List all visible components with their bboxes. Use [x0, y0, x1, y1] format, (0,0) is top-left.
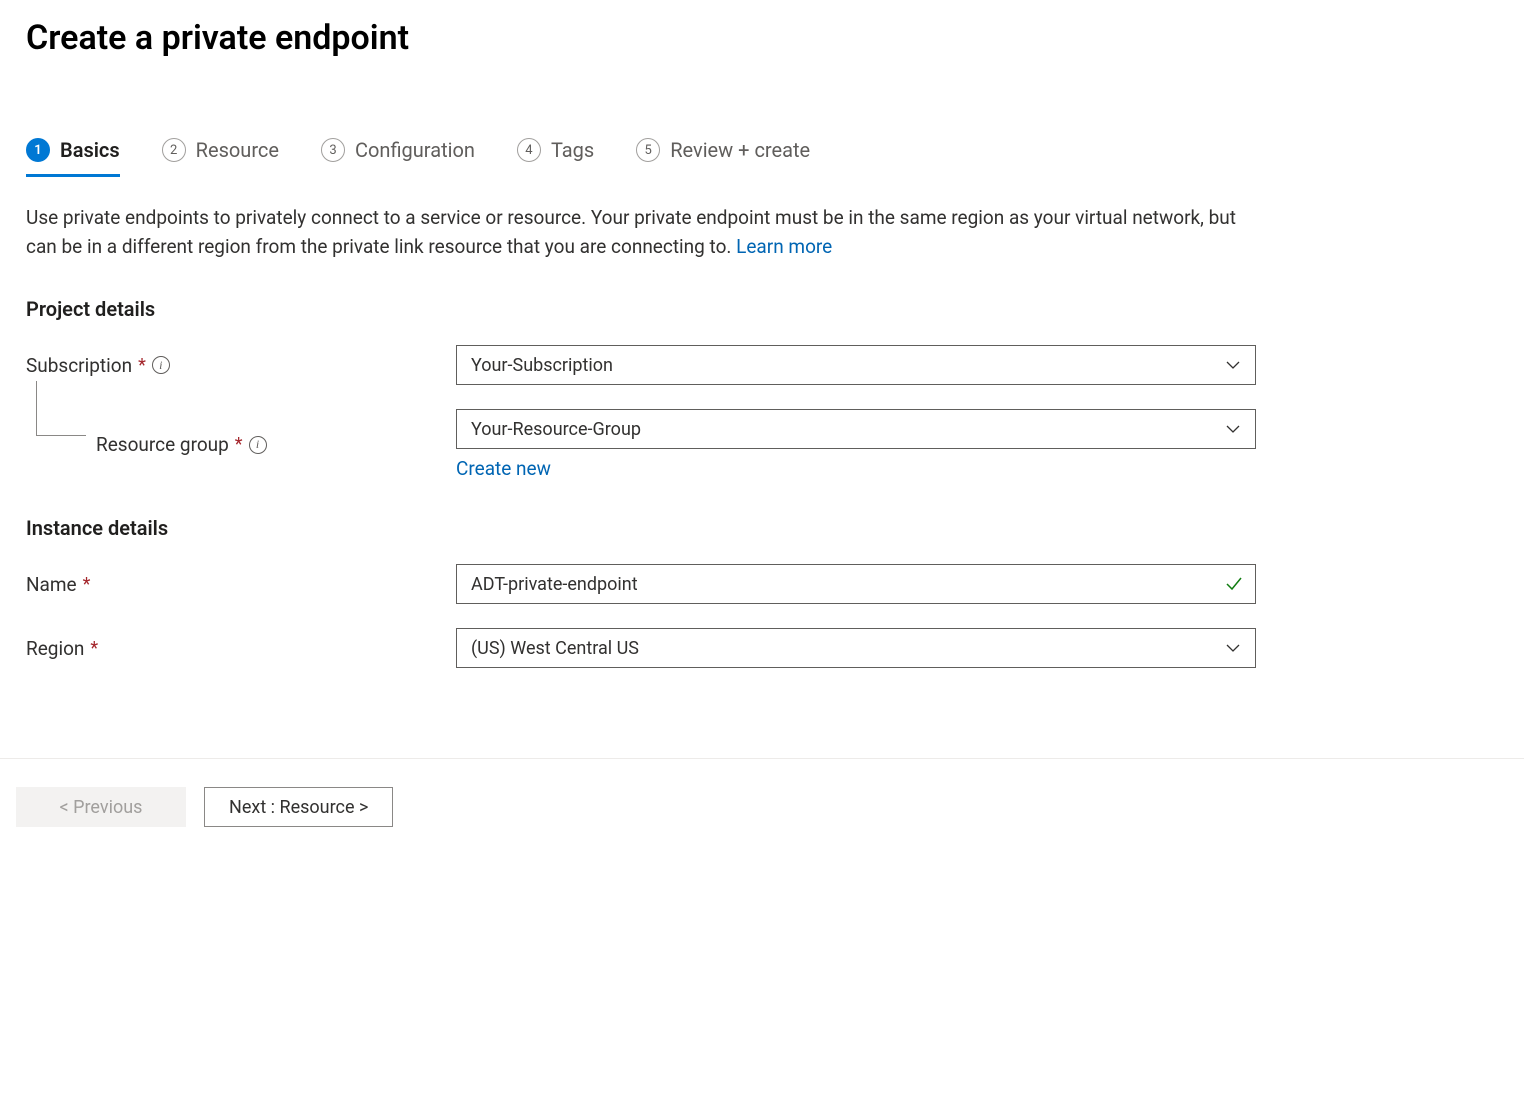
name-input-col [456, 564, 1256, 604]
tab-label-resource: Resource [196, 138, 279, 162]
page-title: Create a private endpoint [26, 18, 1524, 58]
info-icon[interactable]: i [152, 356, 170, 374]
tree-connector-icon [36, 381, 86, 436]
tab-number-1: 1 [26, 138, 50, 162]
chevron-down-icon [1225, 421, 1241, 437]
tab-resource[interactable]: 2 Resource [162, 138, 279, 176]
resource-group-label-col: Resource group * i [26, 433, 456, 456]
name-label-col: Name * [26, 573, 456, 596]
tab-number-3: 3 [321, 138, 345, 162]
tab-configuration[interactable]: 3 Configuration [321, 138, 475, 176]
tab-number-4: 4 [517, 138, 541, 162]
tab-label-tags: Tags [551, 138, 594, 162]
region-row: Region * (US) West Central US [26, 628, 1524, 668]
name-input[interactable] [456, 564, 1256, 604]
next-button[interactable]: Next : Resource > [204, 787, 393, 827]
region-input-col: (US) West Central US [456, 628, 1256, 668]
required-indicator: * [83, 574, 91, 595]
tab-number-5: 5 [636, 138, 660, 162]
check-icon [1224, 574, 1244, 594]
resource-group-row: Resource group * i Your-Resource-Group C… [26, 409, 1524, 480]
resource-group-dropdown[interactable]: Your-Resource-Group [456, 409, 1256, 449]
instance-details-heading: Instance details [26, 516, 1524, 540]
chevron-down-icon [1225, 640, 1241, 656]
project-details-heading: Project details [26, 297, 1524, 321]
region-value: (US) West Central US [471, 638, 639, 659]
description-text: Use private endpoints to privately conne… [26, 204, 1266, 261]
tab-number-2: 2 [162, 138, 186, 162]
tab-label-configuration: Configuration [355, 138, 475, 162]
tab-tags[interactable]: 4 Tags [517, 138, 594, 176]
info-icon[interactable]: i [249, 436, 267, 454]
subscription-input-col: Your-Subscription [456, 345, 1256, 385]
tab-label-basics: Basics [60, 138, 120, 162]
footer: < Previous Next : Resource > [0, 758, 1524, 855]
create-new-link[interactable]: Create new [456, 457, 551, 480]
tabs-nav: 1 Basics 2 Resource 3 Configuration 4 Ta… [26, 138, 1524, 176]
region-dropdown[interactable]: (US) West Central US [456, 628, 1256, 668]
resource-group-label: Resource group [96, 433, 229, 456]
subscription-label-col: Subscription * i [26, 354, 456, 377]
subscription-value: Your-Subscription [471, 355, 613, 376]
tab-label-review-create: Review + create [670, 138, 810, 162]
chevron-down-icon [1225, 357, 1241, 373]
name-row: Name * [26, 564, 1524, 604]
tab-review-create[interactable]: 5 Review + create [636, 138, 810, 176]
previous-button: < Previous [16, 787, 186, 827]
required-indicator: * [235, 434, 243, 455]
required-indicator: * [138, 355, 146, 376]
tab-basics[interactable]: 1 Basics [26, 138, 120, 176]
subscription-row: Subscription * i Your-Subscription [26, 345, 1524, 385]
region-label: Region [26, 637, 84, 660]
region-label-col: Region * [26, 637, 456, 660]
subscription-dropdown[interactable]: Your-Subscription [456, 345, 1256, 385]
resource-group-value: Your-Resource-Group [471, 419, 641, 440]
learn-more-link[interactable]: Learn more [736, 235, 832, 258]
required-indicator: * [90, 638, 98, 659]
subscription-label: Subscription [26, 354, 132, 377]
resource-group-input-col: Your-Resource-Group Create new [456, 409, 1256, 480]
name-label: Name [26, 573, 77, 596]
